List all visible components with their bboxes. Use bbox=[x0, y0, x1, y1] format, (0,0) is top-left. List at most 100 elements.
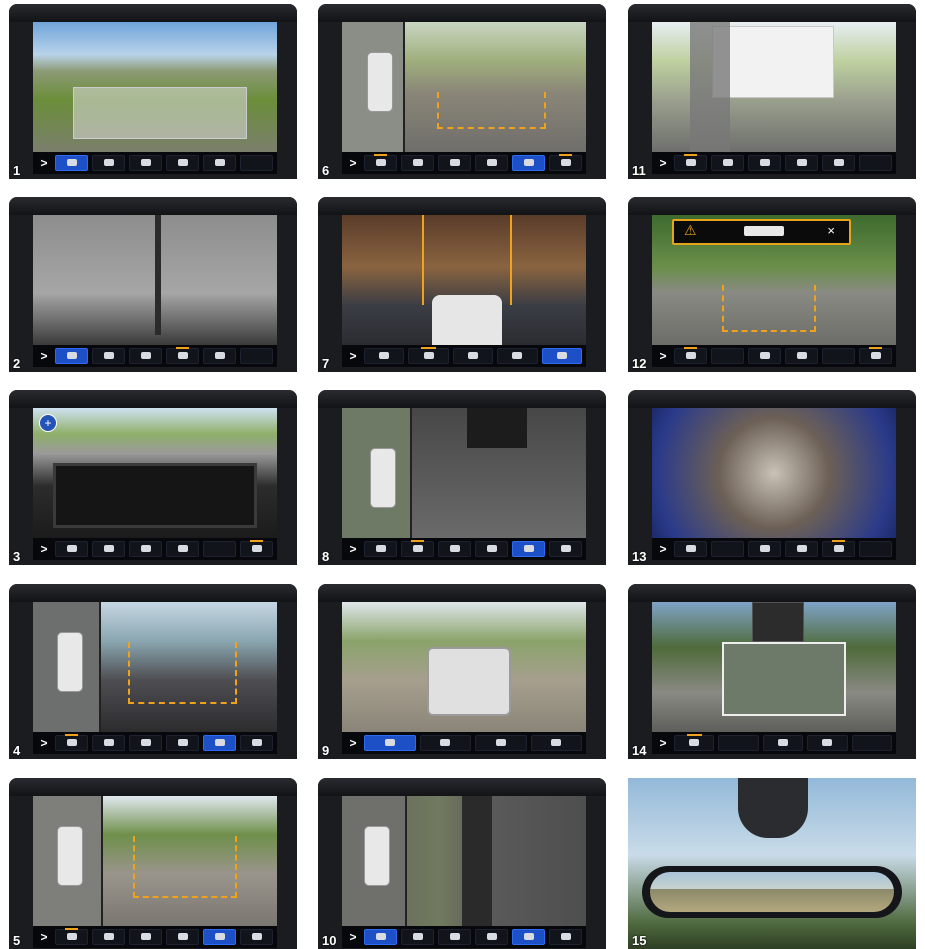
camera-view-button[interactable] bbox=[475, 155, 508, 171]
camera-view-button[interactable] bbox=[166, 735, 199, 751]
camera-view-button[interactable] bbox=[129, 348, 162, 364]
camera-view-button[interactable] bbox=[785, 348, 818, 364]
camera-view-button[interactable] bbox=[203, 929, 236, 945]
expand-chevron-icon[interactable]: > bbox=[37, 155, 51, 171]
camera-view-button[interactable] bbox=[822, 540, 855, 557]
camera-view-button[interactable] bbox=[166, 347, 199, 364]
camera-view-button[interactable] bbox=[785, 541, 818, 557]
camera-view-button[interactable] bbox=[822, 155, 855, 171]
camera-view-button[interactable] bbox=[748, 348, 781, 364]
add-view-button[interactable]: + bbox=[39, 414, 57, 432]
camera-view-button[interactable] bbox=[364, 154, 397, 171]
parking-guideline bbox=[128, 642, 237, 704]
camera-view-button[interactable] bbox=[452, 348, 494, 364]
expand-chevron-icon[interactable]: > bbox=[346, 929, 360, 945]
expand-chevron-icon[interactable]: > bbox=[346, 155, 360, 171]
camera-view-button[interactable] bbox=[807, 735, 848, 751]
camera-view-button[interactable] bbox=[166, 541, 199, 557]
display-bezel bbox=[318, 4, 606, 22]
expand-chevron-icon[interactable]: > bbox=[346, 541, 360, 557]
expand-chevron-icon[interactable]: > bbox=[37, 735, 51, 751]
camera-view-button[interactable] bbox=[438, 929, 471, 945]
display-bezel bbox=[9, 778, 297, 796]
camera-view-button[interactable] bbox=[851, 735, 893, 751]
camera-view-button[interactable] bbox=[92, 348, 125, 364]
expand-chevron-icon[interactable]: > bbox=[656, 155, 670, 171]
camera-view-button[interactable] bbox=[512, 929, 545, 945]
camera-view-button[interactable] bbox=[129, 735, 162, 751]
camera-view-button[interactable] bbox=[203, 155, 236, 171]
expand-chevron-icon[interactable]: > bbox=[656, 348, 670, 364]
camera-view-button[interactable] bbox=[92, 155, 125, 171]
camera-view-button[interactable] bbox=[55, 348, 88, 364]
camera-view-button[interactable] bbox=[859, 155, 892, 171]
camera-view-button[interactable] bbox=[92, 541, 125, 557]
camera-view-button[interactable] bbox=[240, 348, 273, 364]
truck-top-icon bbox=[57, 826, 83, 886]
camera-view-button[interactable] bbox=[438, 155, 471, 171]
camera-view-button[interactable] bbox=[55, 928, 88, 945]
camera-view-button[interactable] bbox=[475, 735, 527, 751]
camera-view-button[interactable] bbox=[419, 735, 471, 751]
expand-chevron-icon[interactable]: > bbox=[37, 541, 51, 557]
camera-view-button[interactable] bbox=[859, 541, 892, 557]
camera-view-button[interactable] bbox=[129, 541, 162, 557]
camera-view-button[interactable] bbox=[549, 541, 582, 557]
camera-view-button[interactable] bbox=[364, 735, 416, 751]
expand-chevron-icon[interactable]: > bbox=[346, 735, 360, 751]
camera-view-button[interactable] bbox=[711, 348, 744, 364]
camera-view-button[interactable] bbox=[364, 929, 397, 945]
camera-view-button[interactable] bbox=[129, 155, 162, 171]
camera-view-button[interactable] bbox=[166, 929, 199, 945]
camera-view-button[interactable] bbox=[401, 540, 434, 557]
expand-chevron-icon[interactable]: > bbox=[346, 348, 360, 364]
close-alert-button[interactable]: × bbox=[827, 223, 835, 238]
camera-view-button[interactable] bbox=[240, 155, 273, 171]
camera-view-button[interactable] bbox=[166, 155, 199, 171]
camera-view-button[interactable] bbox=[859, 347, 892, 364]
camera-view-button[interactable] bbox=[364, 348, 405, 364]
camera-view-button[interactable] bbox=[512, 541, 545, 557]
camera-view-button[interactable] bbox=[785, 155, 818, 171]
camera-view-button[interactable] bbox=[240, 540, 273, 557]
camera-view-button[interactable] bbox=[541, 348, 583, 364]
camera-view-button[interactable] bbox=[512, 155, 545, 171]
camera-view-button[interactable] bbox=[530, 735, 582, 751]
camera-view-button[interactable] bbox=[203, 735, 236, 751]
camera-view-button[interactable] bbox=[129, 929, 162, 945]
camera-view-button[interactable] bbox=[822, 348, 855, 364]
camera-view-button[interactable] bbox=[674, 734, 715, 751]
camera-view-button[interactable] bbox=[711, 541, 744, 557]
camera-view-button[interactable] bbox=[711, 155, 744, 171]
camera-view-button[interactable] bbox=[549, 154, 582, 171]
camera-view-button[interactable] bbox=[55, 541, 88, 557]
camera-view-button[interactable] bbox=[438, 541, 471, 557]
camera-view-button[interactable] bbox=[240, 735, 273, 751]
camera-view-button[interactable] bbox=[748, 155, 781, 171]
camera-view-button[interactable] bbox=[401, 155, 434, 171]
camera-view-button[interactable] bbox=[762, 735, 804, 751]
camera-view-button[interactable] bbox=[401, 929, 434, 945]
camera-view-button[interactable] bbox=[674, 154, 707, 171]
expand-chevron-icon[interactable]: > bbox=[656, 735, 670, 751]
camera-view-button[interactable] bbox=[203, 348, 236, 364]
expand-chevron-icon[interactable]: > bbox=[37, 348, 51, 364]
camera-view-button[interactable] bbox=[475, 929, 508, 945]
camera-view-button[interactable] bbox=[92, 929, 125, 945]
camera-view-button[interactable] bbox=[55, 155, 88, 171]
expand-chevron-icon[interactable]: > bbox=[37, 929, 51, 945]
camera-view-button[interactable] bbox=[549, 929, 582, 945]
camera-view-button[interactable] bbox=[748, 541, 781, 557]
camera-view-button[interactable] bbox=[55, 734, 88, 751]
camera-view-button[interactable] bbox=[240, 929, 273, 945]
camera-view-button[interactable] bbox=[408, 347, 449, 364]
camera-view-button[interactable] bbox=[92, 735, 125, 751]
camera-view-button[interactable] bbox=[718, 735, 759, 751]
camera-view-button[interactable] bbox=[364, 541, 397, 557]
camera-view-button[interactable] bbox=[497, 348, 538, 364]
camera-view-button[interactable] bbox=[475, 541, 508, 557]
camera-view-button[interactable] bbox=[674, 541, 707, 557]
camera-view-button[interactable] bbox=[203, 541, 236, 557]
camera-view-button[interactable] bbox=[674, 347, 707, 364]
expand-chevron-icon[interactable]: > bbox=[656, 541, 670, 557]
